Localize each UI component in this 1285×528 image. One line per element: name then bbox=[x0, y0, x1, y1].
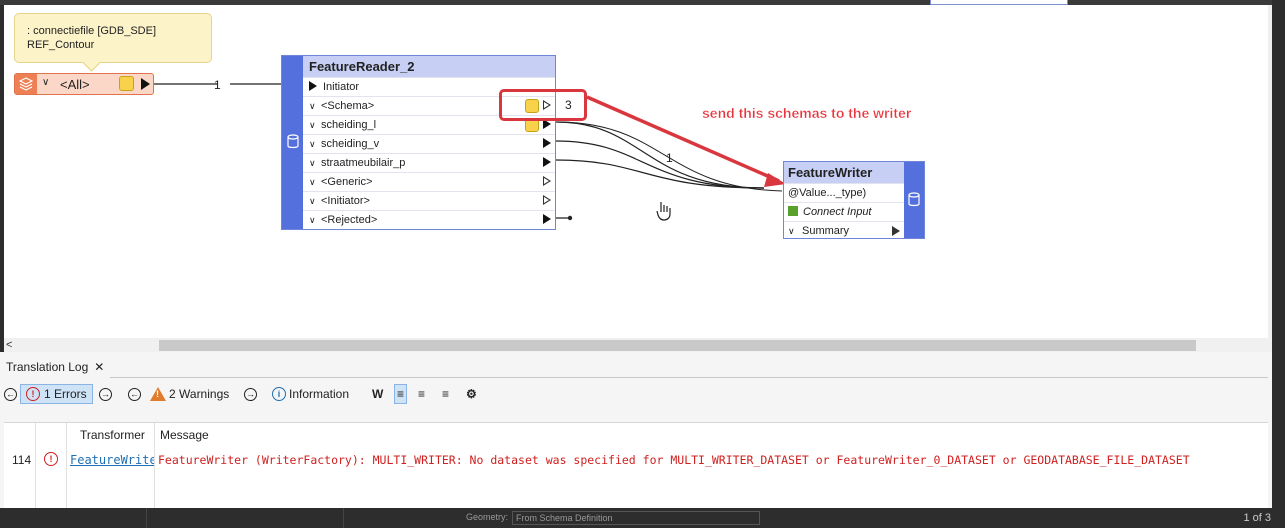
scrollbar-thumb[interactable] bbox=[159, 340, 1196, 351]
connection-count-label: 1 bbox=[214, 78, 221, 92]
panel-tabbar: Translation Log ✕ bbox=[0, 356, 1268, 378]
horizontal-scrollbar[interactable]: < bbox=[4, 338, 1268, 352]
column-divider bbox=[35, 423, 36, 509]
reader-title[interactable]: FeatureReader_2 bbox=[303, 56, 555, 77]
writer-sidebar bbox=[904, 162, 924, 238]
tab-translation-log[interactable]: Translation Log ✕ bbox=[0, 356, 111, 378]
reader-sidebar bbox=[282, 56, 303, 229]
status-bar: Geometry: From Schema Definition 1 of 3 bbox=[0, 508, 1285, 528]
chevron-down-icon[interactable]: ∨ bbox=[309, 158, 321, 169]
prev-warning-button[interactable]: ← bbox=[128, 384, 141, 404]
log-toolbar: ← !1 Errors → ← 2 Warnings → iInformatio… bbox=[0, 382, 1268, 406]
separator bbox=[343, 508, 344, 528]
next-error-button[interactable]: → bbox=[99, 384, 112, 404]
geometry-select[interactable]: From Schema Definition bbox=[512, 511, 760, 525]
arrow-left-icon: ← bbox=[128, 387, 141, 401]
reader-port-initiator[interactable]: ∨ <Initiator> bbox=[303, 191, 555, 210]
chevron-down-icon[interactable]: ∨ bbox=[309, 215, 321, 226]
chevron-down-icon[interactable]: ∨ bbox=[309, 177, 321, 188]
schema-highlight-box bbox=[499, 89, 587, 121]
translation-log-panel: Translation Log✕ ← !1 Errors → ← 2 Warni… bbox=[0, 352, 1272, 509]
input-port[interactable] bbox=[309, 81, 317, 91]
page-indicator: 1 of 3 bbox=[1243, 512, 1271, 524]
information-filter-button[interactable]: i Information bbox=[272, 384, 349, 404]
connect-input-icon bbox=[788, 206, 798, 216]
writer-connect-input[interactable]: Connect Input bbox=[784, 202, 904, 221]
featurewriter-node[interactable]: FeatureWriter @Value..._type) Connect In… bbox=[783, 161, 925, 239]
close-icon[interactable]: ✕ bbox=[94, 360, 104, 374]
column-divider bbox=[154, 423, 155, 509]
next-warning-button[interactable]: → bbox=[244, 384, 257, 404]
warning-icon bbox=[150, 387, 166, 401]
connection-lines bbox=[154, 79, 786, 221]
callout-text: send this schemas to the writer bbox=[702, 105, 912, 121]
hand-cursor-icon bbox=[656, 202, 671, 221]
database-icon bbox=[287, 134, 299, 149]
column-header-message[interactable]: Message bbox=[160, 428, 209, 442]
output-port[interactable] bbox=[543, 157, 551, 167]
output-port[interactable] bbox=[543, 138, 551, 148]
settings-gear-icon[interactable]: ⚙ bbox=[466, 384, 477, 404]
errors-filter-button[interactable]: ! 1 Errors bbox=[20, 384, 93, 404]
find-icon[interactable]: ≡ bbox=[418, 384, 425, 404]
output-port[interactable] bbox=[892, 226, 900, 236]
workspace-canvas[interactable]: : connectiefile [GDB_SDE] REF_Contour ∨ … bbox=[4, 5, 1268, 352]
prev-error-button[interactable]: ← bbox=[4, 384, 17, 404]
writer-summary[interactable]: ∨ Summary bbox=[784, 221, 904, 240]
scroll-left-icon[interactable]: < bbox=[6, 338, 12, 352]
log-line-number: 114 bbox=[12, 453, 32, 467]
info-icon: i bbox=[272, 387, 286, 401]
chevron-down-icon[interactable]: ∨ bbox=[309, 196, 321, 207]
column-header-transformer[interactable]: Transformer bbox=[80, 428, 145, 442]
separator bbox=[146, 508, 147, 528]
column-divider bbox=[66, 423, 67, 509]
reader-port-scheiding-v[interactable]: ∨ scheiding_v bbox=[303, 134, 555, 153]
error-icon: ! bbox=[26, 387, 40, 401]
transformer-link[interactable]: FeatureWriter bbox=[70, 453, 154, 467]
arrow-right-icon: → bbox=[99, 387, 112, 401]
writer-connection-count: 1 bbox=[666, 151, 673, 165]
chevron-down-icon[interactable]: ∨ bbox=[309, 120, 321, 131]
geometry-label: Geometry: bbox=[466, 512, 509, 522]
list-view-icon[interactable]: ≡ bbox=[394, 384, 408, 404]
arrow-left-icon: ← bbox=[4, 387, 17, 401]
error-icon: ! bbox=[44, 451, 58, 466]
chevron-down-icon[interactable]: ∨ bbox=[309, 139, 321, 150]
log-table: Transformer Message 114 ! FeatureWriter … bbox=[4, 422, 1268, 509]
arrow-right-icon: → bbox=[244, 387, 257, 401]
warnings-filter-button[interactable]: 2 Warnings bbox=[150, 384, 229, 404]
chevron-down-icon[interactable]: ∨ bbox=[788, 226, 802, 237]
reader-port-generic[interactable]: ∨ <Generic> bbox=[303, 172, 555, 191]
writer-input-port-row[interactable]: @Value..._type) bbox=[784, 183, 904, 202]
output-port[interactable] bbox=[543, 214, 551, 224]
database-icon bbox=[908, 192, 920, 207]
reader-port-straatmeubilair[interactable]: ∨ straatmeubilair_p bbox=[303, 153, 555, 172]
output-port[interactable] bbox=[543, 176, 551, 186]
log-message: FeatureWriter (WriterFactory): MULTI_WRI… bbox=[158, 453, 1190, 467]
writer-title[interactable]: FeatureWriter bbox=[784, 162, 904, 183]
chevron-down-icon[interactable]: ∨ bbox=[309, 101, 321, 112]
featurereader-node[interactable]: FeatureReader_2 Initiator ∨ <Schema> ∨ sch… bbox=[281, 55, 556, 230]
filter-find-icon[interactable]: ≡ bbox=[442, 384, 449, 404]
wrap-text-icon[interactable]: W bbox=[372, 384, 383, 404]
reader-port-rejected[interactable]: ∨ <Rejected> bbox=[303, 210, 555, 229]
right-dark-edge bbox=[1272, 0, 1285, 528]
output-port[interactable] bbox=[543, 195, 551, 205]
